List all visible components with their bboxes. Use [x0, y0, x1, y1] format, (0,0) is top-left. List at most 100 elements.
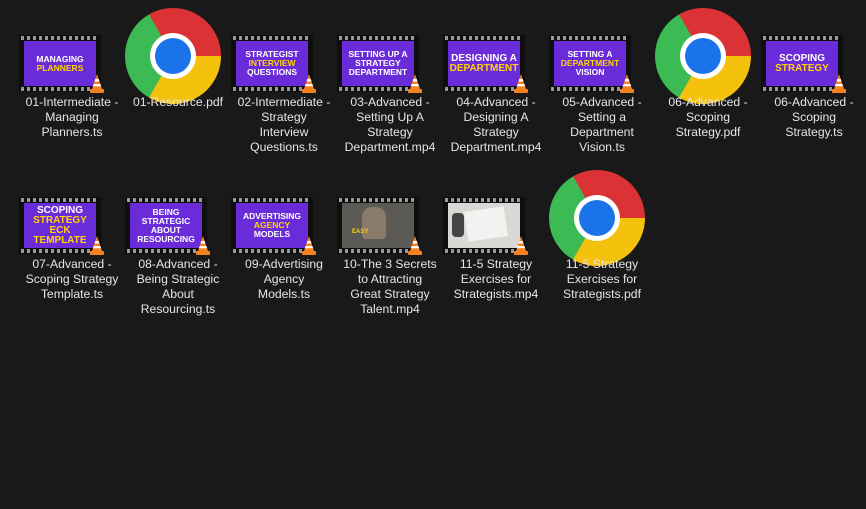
thumbnail-title-line: DEPARTMENT	[449, 62, 519, 74]
file-grid: MANAGING PLANNERS 01-Intermediate - Managin…	[0, 0, 866, 509]
video-preview: SETTING A DEPARTMENT VISION	[554, 41, 626, 86]
file-name-line: Exercises for	[460, 272, 532, 286]
file-name-line: 10-The 3 Secrets	[343, 257, 437, 271]
file-name-line: Great Strategy	[350, 287, 430, 301]
vlc-cone-icon	[513, 236, 529, 256]
file-name-line: Talent.mp4	[360, 302, 420, 316]
vlc-cone-icon	[301, 74, 317, 94]
thumbnail-title-line: STRATEGY	[775, 62, 829, 74]
file-name-line: Department.mp4	[344, 140, 436, 154]
file-name-line: Being Strategic	[136, 272, 220, 286]
file-name-line: 07-Advanced -	[32, 257, 112, 271]
vlc-cone-icon	[89, 74, 105, 94]
vlc-cone-icon	[301, 236, 317, 256]
file-name-line: Interview	[259, 125, 309, 139]
video-preview: SCOPING STRATEGY ECK TEMPLATE	[24, 203, 96, 248]
file-name-line: Strategists.pdf	[563, 287, 641, 301]
file-name-line: 03-Advanced -	[350, 95, 430, 109]
video-preview: EASY	[342, 203, 414, 248]
chrome-icon	[549, 170, 645, 266]
thumbnail-title-line: MODELS	[253, 229, 291, 239]
file-name-line: 11-5 Strategy	[565, 257, 639, 271]
file-name-line: Agency	[263, 272, 305, 286]
thumbnail-title-line: ECK TEMPLATE	[33, 224, 87, 246]
file-name-line: 11-5 Strategy	[459, 257, 533, 271]
video-preview: DESIGNING A DEPARTMENT	[448, 41, 520, 86]
vlc-cone-icon	[513, 74, 529, 94]
file-name-label: 02-Intermediate - Strategy Interview Questi…	[227, 95, 341, 155]
file-name-label: 09-Advertising Agency Models.ts	[227, 257, 341, 302]
video-preview	[448, 203, 520, 248]
file-name-line: Department.mp4	[450, 140, 542, 154]
vlc-cone-icon	[89, 236, 105, 256]
file-name-line: 08-Advanced -	[138, 257, 218, 271]
video-preview: MANAGING PLANNERS	[24, 41, 96, 86]
file-name-line: 05-Advanced -	[562, 95, 642, 109]
file-name-line: Template.ts	[40, 287, 104, 301]
vlc-cone-icon	[195, 236, 211, 256]
vlc-cone-icon	[407, 236, 423, 256]
vlc-cone-icon	[407, 74, 423, 94]
file-name-line: Strategy.ts	[785, 125, 843, 139]
file-name-line: Managing	[45, 110, 99, 124]
thumbnail-title-line: BEING STRATEGIC	[141, 206, 191, 226]
file-name-label: 05-Advanced - Setting a Department Vision.t…	[545, 95, 659, 155]
thumbnail-title-line: SCOPING	[778, 52, 826, 64]
file-name-line: 04-Advanced -	[456, 95, 536, 109]
file-name-line: Setting Up A	[356, 110, 424, 124]
thumbnail-title-line: DESIGNING A	[451, 52, 517, 64]
file-name-line: Strategy	[473, 125, 519, 139]
file-name-line: Strategists.mp4	[453, 287, 539, 301]
video-preview: SETTING UP A STRATEGY DEPARTMENT	[342, 41, 414, 86]
thumbnail-title-line: STRATEGY	[33, 214, 87, 226]
chrome-icon	[655, 8, 751, 104]
file-name-line: Scoping	[685, 110, 731, 124]
file-name-label: 06-Advanced - Scoping Strategy.ts	[757, 95, 866, 140]
pdf-file-icon	[125, 8, 231, 131]
file-name-line: Vision.ts	[579, 140, 625, 154]
file-name-label: 08-Advanced - Being Strategic About Resourc…	[121, 257, 235, 317]
file-name-line: 01-Resource.pdf	[132, 95, 224, 109]
file-name-label: 10-The 3 Secrets to Attracting Great Strat…	[333, 257, 447, 317]
file-name-line: Scoping	[791, 110, 837, 124]
thumbnail-title-line: ABOUT RESOURCING	[137, 224, 195, 244]
thumbnail-title-line: QUESTIONS	[246, 67, 298, 77]
file-name-line: 09-Advertising	[245, 257, 323, 271]
file-name-label: 06-Advanced - Scoping Strategy.pdf	[651, 95, 765, 140]
file-name-label: 11-5 Strategy Exercises for Strategists.mp…	[439, 257, 553, 302]
file-name-line: Strategy	[367, 125, 413, 139]
file-name-line: Models.ts	[257, 287, 311, 301]
file-name-line: Strategy	[261, 110, 307, 124]
file-name-label: 03-Advanced - Setting Up A Strategy Departm…	[333, 95, 447, 155]
file-name-line: About	[162, 287, 194, 301]
file-name-line: Setting a	[577, 110, 627, 124]
file-name-line: Exercises for	[566, 272, 638, 286]
file-name-label: 11-5 Strategy Exercises for Strategists.pd…	[545, 257, 659, 302]
video-preview: SCOPING STRATEGY	[766, 41, 838, 86]
thumbnail-title-line: SCOPING	[36, 204, 84, 216]
file-name-line: 06-Advanced -	[668, 95, 748, 109]
file-name-line: Questions.ts	[250, 140, 318, 154]
file-name-line: Scoping Strategy	[25, 272, 119, 286]
vlc-cone-icon	[619, 74, 635, 94]
file-name-line: 01-Intermediate -	[25, 95, 119, 109]
video-preview: ADVERTISING AGENCY MODELS	[236, 203, 308, 248]
video-preview: STRATEGIST INTERVIEW QUESTIONS	[236, 41, 308, 86]
file-name-line: to Attracting	[357, 272, 423, 286]
file-name-line: Designing A	[463, 110, 529, 124]
thumbnail-title-line: VISION	[575, 67, 605, 77]
chrome-icon	[125, 8, 221, 104]
file-name-label: 01-Intermediate - Managing Planners.ts	[15, 95, 129, 140]
file-name-label: 01-Resource.pdf	[121, 95, 235, 110]
file-name-line: 02-Intermediate -	[237, 95, 331, 109]
file-name-line: Department	[570, 125, 634, 139]
file-name-line: Strategy.pdf	[675, 125, 741, 139]
thumbnail-title-line: DEPARTMENT	[348, 67, 408, 77]
file-name-line: Planners.ts	[41, 125, 103, 139]
video-preview: BEING STRATEGIC ABOUT RESOURCING	[130, 203, 202, 248]
thumbnail-title-line: PLANNERS	[36, 62, 84, 73]
file-name-label: 04-Advanced - Designing A Strategy Departme…	[439, 95, 553, 155]
vlc-cone-icon	[831, 74, 847, 94]
file-name-label: 07-Advanced - Scoping Strategy Template.ts	[15, 257, 129, 302]
file-name-line: 06-Advanced -	[774, 95, 854, 109]
